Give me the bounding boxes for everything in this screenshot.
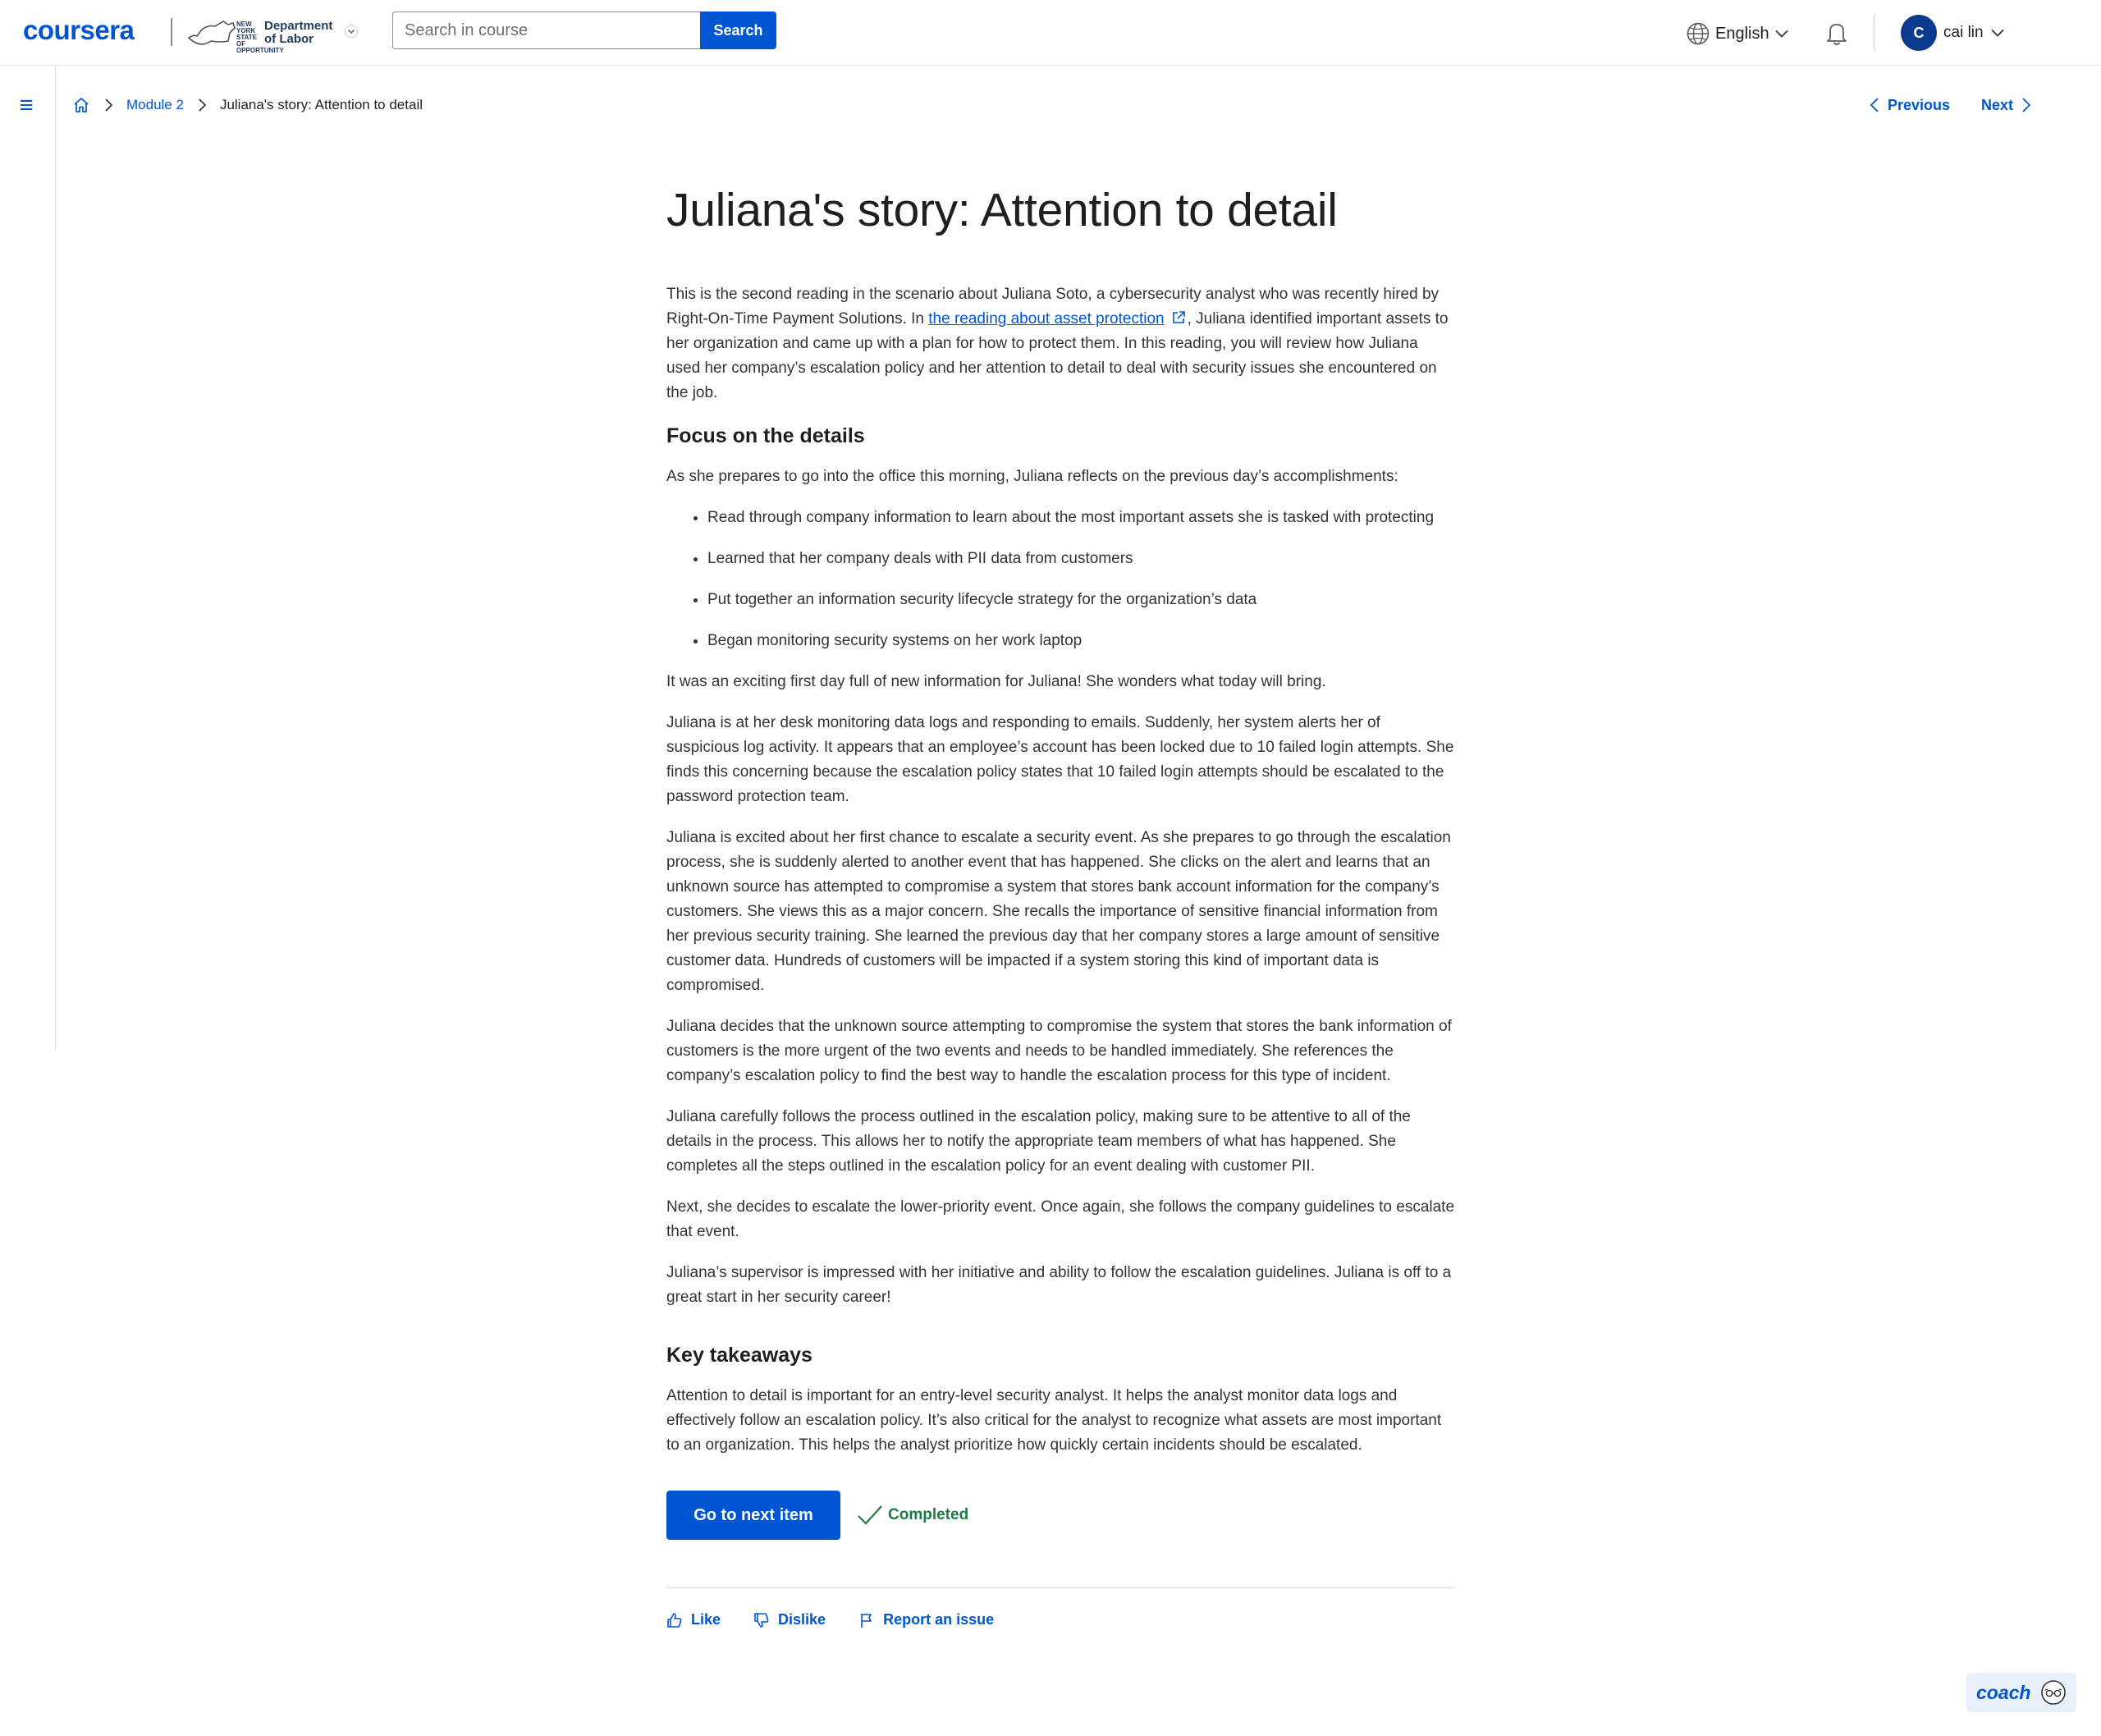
globe-icon [1687,22,1710,45]
hamburger-menu-icon[interactable] [18,97,36,113]
intro-paragraph: This is the second reading in the scenar… [666,286,1449,401]
page-title: Juliana's story: Attention to detail [666,184,1338,236]
takeaways-paragraph: Attention to detail is important for an … [666,1387,1442,1454]
focus-heading: Focus on the details [666,424,865,447]
language-label: English [1715,24,1769,43]
chevron-right-icon [103,98,113,112]
body-paragraph: Juliana is at her desk monitoring data l… [666,714,1454,805]
chevron-down-icon [1990,29,2004,37]
content-divider [666,1587,1456,1588]
top-navigation-bar: coursera NEW YORK STATE OF OPPORTUNITY D… [0,0,2101,66]
body-paragraph: It was an exciting first day full of new… [666,673,1326,690]
previous-label: Previous [1888,96,1951,113]
logo-divider [171,18,172,46]
takeaways-heading: Key takeaways [666,1344,812,1367]
user-menu[interactable]: C cai lin [1901,15,2005,51]
previous-button[interactable]: Previous [1870,94,1950,117]
breadcrumb-current: Juliana's story: Attention to detail [219,97,423,112]
list-item: Read through company information to lear… [707,506,1456,530]
body-paragraph: Juliana carefully follows the process ou… [666,1108,1411,1175]
thumbs-up-icon [667,1612,682,1628]
search-button[interactable]: Search [700,11,776,49]
completed-label: Completed [888,1506,969,1523]
checkmark-icon [858,1505,882,1525]
coursera-logo[interactable]: coursera [23,15,135,46]
completed-status: Completed [857,1504,968,1527]
reading-content: Juliana's story: Attention to detail Thi… [666,181,1456,1628]
go-to-next-item-button[interactable]: Go to next item [666,1491,840,1540]
breadcrumb-module-link[interactable]: Module 2 [126,97,184,113]
search-input[interactable] [392,11,701,49]
chevron-right-icon [2022,98,2031,112]
next-label: Next [1981,96,2014,113]
asset-protection-link[interactable]: the reading about asset protection [928,310,1164,328]
user-name: cai lin [1943,24,1984,41]
next-button[interactable]: Next [1981,94,2031,117]
item-actions: Go to next item Completed [666,1491,1456,1540]
home-icon[interactable] [72,96,90,114]
list-item: Put together an information security lif… [707,588,1456,612]
coach-button[interactable]: coach [1966,1673,2076,1712]
coach-icon [2041,1680,2066,1705]
dislike-button[interactable]: Dislike [753,1611,826,1628]
body-paragraph: Juliana is excited about her first chanc… [666,829,1451,994]
feedback-bar: Like Dislike Report an issue [666,1611,1456,1628]
report-issue-button[interactable]: Report an issue [858,1611,994,1628]
accomplishments-list: Read through company information to lear… [666,506,1456,653]
external-link-icon [1172,311,1185,323]
body-paragraph: Juliana decides that the unknown source … [666,1018,1452,1084]
like-button[interactable]: Like [666,1611,721,1628]
dislike-label: Dislike [778,1611,826,1628]
flag-icon [861,1613,872,1628]
thumbs-down-icon [754,1612,769,1628]
list-item: Learned that her company deals with PII … [707,547,1456,571]
new-york-state-icon [187,21,236,45]
coach-label: coach [1976,1681,2031,1703]
chevron-right-icon [197,98,207,112]
list-item: Began monitoring security systems on her… [707,629,1456,653]
report-issue-label: Report an issue [883,1611,995,1628]
notifications-bell-icon[interactable] [1824,20,1850,46]
focus-lead-paragraph: As she prepares to go into the office th… [666,468,1398,485]
chevron-down-icon[interactable] [345,25,358,38]
language-selector[interactable]: English [1686,20,1789,48]
partner-logo-ny-dol[interactable]: NEW YORK STATE OF OPPORTUNITY Department… [187,13,359,54]
partner-department-text: Department of Labor [264,19,333,46]
like-label: Like [691,1611,721,1628]
avatar: C [1901,15,1937,51]
body-paragraph: Next, she decides to escalate the lower-… [666,1198,1455,1240]
body-paragraph: Juliana’s supervisor is impressed with h… [666,1264,1452,1306]
chevron-left-icon [1870,98,1879,112]
chevron-down-icon [1774,30,1788,38]
left-rail [0,66,56,1051]
partner-state-text: NEW YORK STATE OF OPPORTUNITY [236,21,284,54]
breadcrumb: Module 2 Juliana's story: Attention to d… [72,94,423,117]
